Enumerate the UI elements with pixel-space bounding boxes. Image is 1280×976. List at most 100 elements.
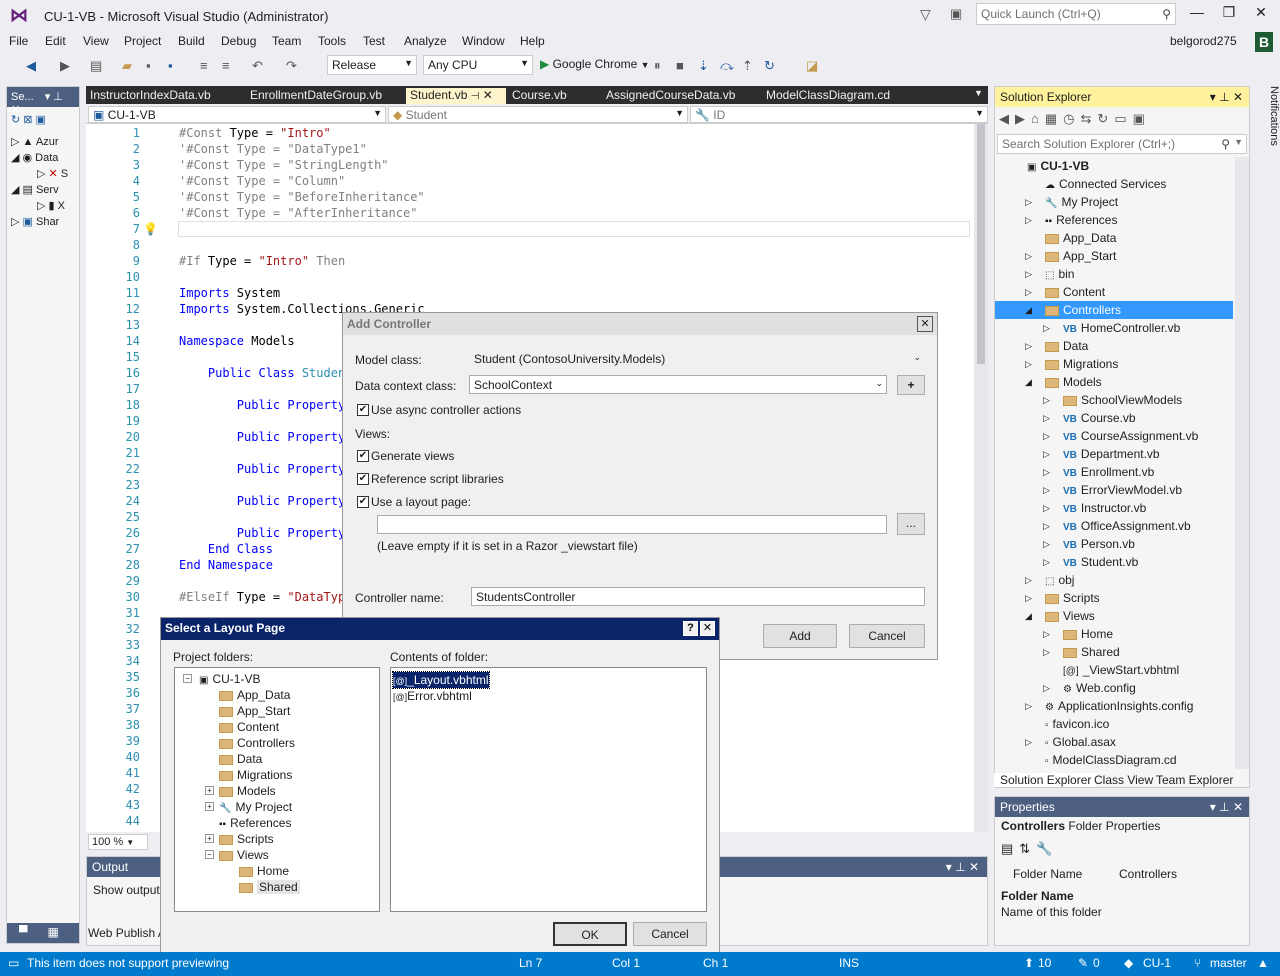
folder-contents-list[interactable]: [@]_Layout.vbhtml [@]Error.vbhtml (390, 667, 707, 912)
refresh-icon[interactable]: ↻ ⊠ ▣ (11, 113, 46, 126)
solution-item[interactable]: ◢ Models (995, 373, 1233, 391)
expander-icon[interactable]: ▷ (1043, 499, 1053, 517)
solution-item[interactable]: ▷ VB CourseAssignment.vb (995, 427, 1233, 445)
home-icon[interactable]: ⌂ (1031, 111, 1045, 126)
solution-item[interactable]: ▷ ▪▪ References (995, 211, 1233, 229)
expander-icon[interactable]: ▷ (1043, 391, 1053, 409)
expander-icon[interactable]: ▷ (1025, 337, 1035, 355)
pause-icon[interactable]: ⏸ (654, 58, 661, 74)
menu-edit[interactable]: Edit (45, 34, 66, 48)
expander-icon[interactable]: ▷ (1025, 697, 1035, 715)
output-source-label[interactable]: Show output f (93, 883, 166, 897)
expand-collapse-icon[interactable]: + (205, 802, 214, 811)
show-all-files-icon[interactable]: ▣ (1133, 111, 1151, 126)
member-dropdown[interactable]: 🔧 ID ▼ (690, 106, 988, 123)
web-publish-tab[interactable]: Web Publish A (88, 926, 166, 940)
solution-item[interactable]: ▷ VB Instructor.vb (995, 499, 1233, 517)
collapse-all-icon[interactable]: ▭ (1114, 111, 1132, 126)
solution-scrollbar[interactable] (1235, 157, 1249, 769)
close-dialog-button[interactable]: ✕ (700, 621, 715, 636)
menu-file[interactable]: File (9, 34, 28, 48)
repo-icon[interactable]: ◆ (1124, 956, 1133, 970)
cancel-button[interactable]: Cancel (633, 922, 707, 946)
uncomment-icon[interactable]: ≡ (222, 58, 230, 73)
notifications-tab[interactable]: Notifications (1252, 82, 1280, 162)
generate-views-checkbox[interactable]: ✔ (357, 450, 369, 462)
expand-collapse-icon[interactable]: + (205, 786, 214, 795)
solution-item[interactable]: ▷ VB OfficeAssignment.vb (995, 517, 1233, 535)
solution-item[interactable]: App_Data (995, 229, 1233, 247)
solution-item[interactable]: ▷ VB HomeController.vb (995, 319, 1233, 337)
solution-item[interactable]: ▷ App_Start (995, 247, 1233, 265)
expand-collapse-icon[interactable]: − (183, 674, 192, 683)
properties-toolbar[interactable]: ▤⇅🔧 (1001, 841, 1058, 857)
project-dropdown[interactable]: ▣ CU-1-VB ▼ (88, 106, 386, 123)
tree-item-servers[interactable]: ◢ ▤ Serv (11, 183, 59, 196)
tab-modelclassdiagram[interactable]: ModelClassDiagram.cd (766, 88, 890, 102)
tab-class-view[interactable]: Class View (1094, 773, 1153, 787)
solution-item[interactable]: ▷ ⬚ obj (995, 571, 1233, 589)
start-debugging-button[interactable]: ▶ Google Chrome ▼ (540, 57, 650, 71)
lightbulb-icon[interactable]: 💡 (143, 222, 158, 236)
user-avatar[interactable]: B (1255, 32, 1273, 52)
menu-window[interactable]: Window (462, 34, 505, 48)
async-checkbox[interactable]: ✔ (357, 404, 369, 416)
expander-icon[interactable]: ▷ (1043, 679, 1053, 697)
pending-changes-count[interactable]: 0 (1093, 956, 1100, 970)
maximize-button[interactable]: ❐ (1212, 4, 1246, 26)
categorized-icon[interactable]: ▤ (1001, 841, 1019, 856)
properties-object-select[interactable]: Controllers Folder Properties (1001, 819, 1160, 833)
menu-debug[interactable]: Debug (221, 34, 256, 48)
solution-item[interactable]: ▷ ⚙ ApplicationInsights.config (995, 697, 1233, 715)
branch-icon[interactable]: ⑂ (1194, 956, 1201, 970)
tree-item-sharepoint[interactable]: ▷ ▣ Shar (11, 215, 59, 228)
tab-course[interactable]: Course.vb (512, 88, 567, 102)
solution-item[interactable]: ▷ VB Person.vb (995, 535, 1233, 553)
tab-instructorindexdata[interactable]: InstructorIndexData.vb (90, 88, 211, 102)
step-out-icon[interactable]: ⇡ (742, 58, 753, 74)
tab-overflow-icon[interactable]: ▼ (974, 88, 983, 98)
solution-item[interactable]: ▷ ▫ Global.asax (995, 733, 1233, 751)
expander-icon[interactable]: ▷ (1043, 319, 1053, 337)
pending-changes-icon[interactable]: ◷ (1063, 111, 1080, 126)
menu-team[interactable]: Team (272, 34, 301, 48)
solution-item[interactable]: ▷ Content (995, 283, 1233, 301)
expander-icon[interactable]: ▷ (1043, 643, 1053, 661)
menu-view[interactable]: View (83, 34, 109, 48)
expander-icon[interactable]: ▷ (1025, 355, 1035, 373)
new-project-icon[interactable]: ▤ (90, 58, 102, 74)
expander-icon[interactable]: ▷ (1043, 445, 1053, 463)
solution-search-input[interactable]: Search Solution Explorer (Ctrl+;) ⚲ ▼ (997, 134, 1247, 154)
solution-item[interactable]: ▫ favicon.ico (995, 715, 1233, 733)
close-window-button[interactable]: ✕ (1244, 4, 1278, 26)
panel-bottom-tabs[interactable]: ▀ ▦ (7, 923, 79, 943)
solution-item[interactable]: ▷ Home (995, 625, 1233, 643)
forward-icon[interactable]: ▶ (1015, 111, 1031, 126)
tree-item-s[interactable]: ▷ ✕ S (37, 167, 68, 180)
layout-file-item[interactable]: [@]_Layout.vbhtml (392, 671, 490, 689)
tab-enrollmentdategroup[interactable]: EnrollmentDateGroup.vb (250, 88, 382, 102)
open-file-icon[interactable]: ▰ (122, 58, 132, 74)
solution-item[interactable]: ▷ ⚙ Web.config (995, 679, 1233, 697)
expander-icon[interactable]: ◢ (1025, 301, 1035, 319)
ok-button[interactable]: OK (553, 922, 627, 946)
solution-item[interactable]: ☁ Connected Services (995, 175, 1233, 193)
expander-icon[interactable]: ▷ (1025, 265, 1035, 283)
tree-item-x[interactable]: ▷ ▮ X (37, 199, 65, 212)
expander-icon[interactable]: ▷ (1043, 427, 1053, 445)
solution-item[interactable]: ▷ VB Student.vb (995, 553, 1233, 571)
step-into-icon[interactable]: ⇣ (698, 58, 709, 74)
solution-item[interactable]: ▷ VB Department.vb (995, 445, 1233, 463)
save-all-icon[interactable]: ▪ (168, 58, 173, 73)
menu-test[interactable]: Test (363, 34, 385, 48)
back-icon[interactable]: ◀ (26, 58, 36, 74)
use-layout-checkbox[interactable]: ✔ (357, 496, 369, 508)
type-dropdown[interactable]: ◆ Student ▼ (388, 106, 688, 123)
cancel-button[interactable]: Cancel (849, 624, 925, 648)
toolbox-icon[interactable]: ▀ (19, 925, 28, 939)
add-button[interactable]: Add (763, 624, 837, 648)
solution-item[interactable]: ▷ SchoolViewModels (995, 391, 1233, 409)
scrollbar-thumb[interactable] (977, 124, 985, 364)
refresh-icon[interactable]: ↻ (1097, 111, 1114, 126)
expander-icon[interactable]: ▷ (1043, 535, 1053, 553)
